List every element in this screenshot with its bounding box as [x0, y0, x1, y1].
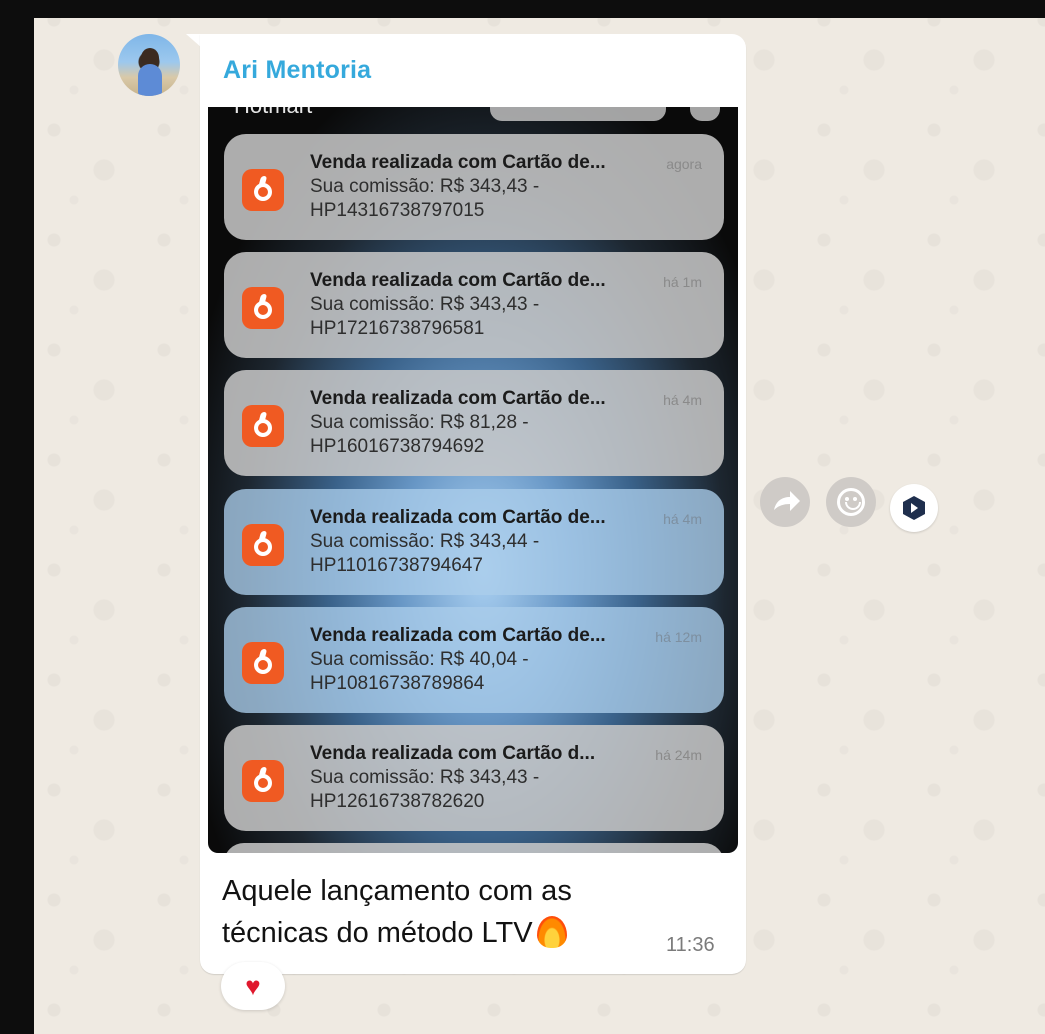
notification-transaction-id: HP10816738789864	[310, 673, 485, 694]
notification-group-pill	[490, 107, 666, 121]
notification-title: Venda realizada com Cartão de...	[310, 507, 606, 528]
forward-button[interactable]	[760, 477, 810, 527]
notification-group-label: Hotmart	[234, 107, 312, 119]
smiley-icon	[837, 488, 865, 516]
notification-time: há 4m	[663, 392, 702, 408]
notification-card: Venda realizada com Cartão de... há 12m …	[224, 607, 724, 713]
notification-card-peek	[224, 843, 724, 853]
extension-button[interactable]	[890, 484, 938, 532]
notification-commission: Sua comissão: R$ 343,44 -	[310, 531, 540, 552]
message-caption: Aquele lançamento com as técnicas do mét…	[222, 872, 652, 952]
hexagon-extension-icon	[903, 496, 925, 520]
hotmart-icon	[242, 169, 284, 211]
notification-commission: Sua comissão: R$ 81,28 -	[310, 412, 529, 433]
notification-time: há 24m	[655, 747, 702, 763]
top-strip	[34, 0, 1045, 18]
notification-title: Venda realizada com Cartão de...	[310, 388, 606, 409]
notification-transaction-id: HP16016738794692	[310, 436, 485, 457]
notification-commission: Sua comissão: R$ 343,43 -	[310, 767, 540, 788]
caption-text: Aquele lançamento com as técnicas do mét…	[222, 875, 572, 949]
photo-top-edge: Hotmart	[208, 107, 738, 127]
notification-title: Venda realizada com Cartão de...	[310, 270, 606, 291]
notification-time: agora	[666, 156, 702, 172]
heart-icon: ♥	[245, 971, 261, 1001]
hotmart-icon	[242, 760, 284, 802]
notification-card: Venda realizada com Cartão de... há 4m S…	[224, 370, 724, 476]
notification-transaction-id: HP17216738796581	[310, 318, 485, 339]
notification-commission: Sua comissão: R$ 343,43 -	[310, 176, 540, 197]
hotmart-icon	[242, 287, 284, 329]
hotmart-icon	[242, 642, 284, 684]
notification-commission: Sua comissão: R$ 343,43 -	[310, 294, 540, 315]
hotmart-icon	[242, 524, 284, 566]
notification-card: Venda realizada com Cartão de... agora S…	[224, 134, 724, 240]
fire-emoji-icon	[536, 916, 567, 948]
notification-transaction-id: HP11016738794647	[310, 555, 483, 576]
notification-card: Venda realizada com Cartão de... há 1m S…	[224, 252, 724, 358]
forward-arrow-icon	[774, 491, 800, 511]
notification-time: há 1m	[663, 274, 702, 290]
notification-title: Venda realizada com Cartão de...	[310, 152, 606, 173]
avatar-body	[138, 64, 162, 96]
hotmart-icon	[242, 405, 284, 447]
notification-transaction-id: HP14316738797015	[310, 200, 485, 221]
heart-reaction[interactable]: ♥	[221, 962, 285, 1010]
notification-title: Venda realizada com Cartão de...	[310, 625, 606, 646]
notification-time: há 12m	[655, 629, 702, 645]
notification-card: Venda realizada com Cartão d... há 24m S…	[224, 725, 724, 831]
notification-commission: Sua comissão: R$ 40,04 -	[310, 649, 529, 670]
react-emoji-button[interactable]	[826, 477, 876, 527]
notification-time: há 4m	[663, 511, 702, 527]
notification-title: Venda realizada com Cartão d...	[310, 743, 596, 764]
notification-group-pill-small	[690, 107, 720, 121]
message-time: 11:36	[666, 934, 715, 956]
sender-avatar[interactable]	[118, 34, 180, 96]
notification-card: Venda realizada com Cartão de... há 4m S…	[224, 489, 724, 595]
message-image[interactable]: Hotmart Venda realizada com Cartão de...…	[208, 107, 738, 853]
sender-name[interactable]: Ari Mentoria	[223, 56, 371, 85]
notification-transaction-id: HP12616738782620	[310, 791, 485, 812]
